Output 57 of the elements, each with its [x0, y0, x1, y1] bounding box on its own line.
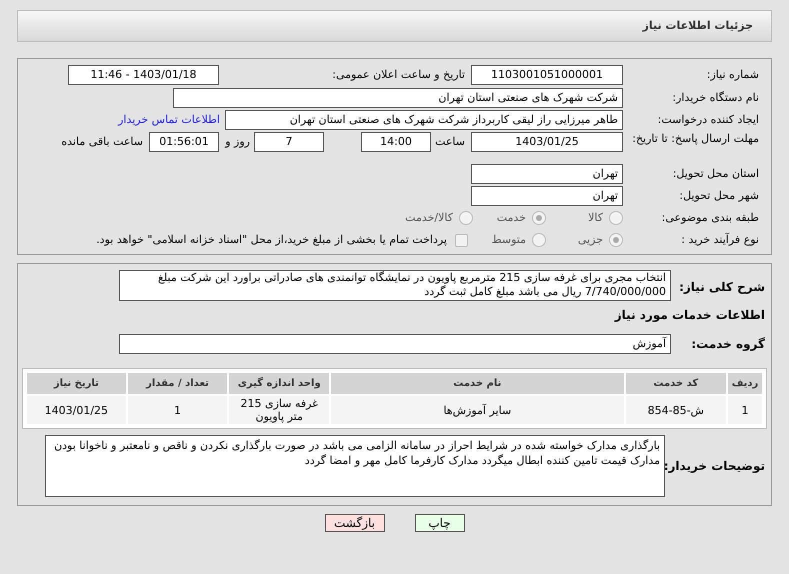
service-group-field[interactable]: آموزش [119, 334, 671, 354]
radio-button[interactable] [532, 211, 546, 225]
table-cell: غرفه سازی 215 متر پاویون [228, 395, 330, 425]
field-label: گروه خدمت: [690, 336, 766, 353]
column-header: کد خدمت [624, 372, 728, 395]
description-field[interactable]: انتخاب مجری برای غرفه سازی 215 مترمربع پاویون در نمایشگاه توانمندی های صادراتی براورد این شرکت مبلغ 7/740/000/000 ریال می باشد مبلغ کامل ثبت گردد [119, 270, 671, 301]
field-label: روز و [224, 134, 251, 150]
field-label: مهلت ارسال پاسخ: تا تاریخ: [631, 132, 760, 146]
radio-button[interactable] [532, 233, 546, 247]
remaining-time-field[interactable]: 01:56:01 [149, 132, 219, 152]
table-cell: سایر آموزش‌ها [330, 395, 625, 425]
radio-button[interactable] [459, 211, 473, 225]
city-field[interactable]: تهران [471, 186, 623, 206]
page-title: جزئیات اطلاعات نیاز [642, 18, 753, 34]
back-button[interactable]: بازگشت [324, 514, 384, 532]
field-label: شماره نیاز: [706, 66, 760, 83]
option-label: خدمت [496, 210, 526, 226]
option-label: کالا [588, 210, 603, 226]
section-heading: اطلاعات خدمات مورد نیاز [613, 307, 766, 324]
column-header: تاریخ نیاز [26, 372, 127, 395]
days-field[interactable]: 7 [254, 132, 324, 152]
field-label: استان محل تحویل: [672, 166, 760, 182]
column-header: تعداد / مقدار [126, 372, 228, 395]
field-label: نوع فرآیند خرید : [680, 232, 760, 248]
field-label: تاریخ و ساعت اعلان عمومی: [331, 66, 466, 83]
deadline-time-field[interactable]: 14:00 [361, 132, 431, 152]
field-label: توضیحات خریدار: [665, 458, 766, 475]
province-field[interactable]: تهران [471, 164, 623, 184]
column-header: نام خدمت [330, 372, 625, 395]
payment-note: پرداخت تمام یا بخشی از مبلغ خرید،از محل "اسناد خزانه اسلامی" خواهد بود. [96, 232, 447, 248]
table-cell: ش-85-854 [624, 395, 728, 425]
table-cell: 1403/01/25 [26, 395, 127, 425]
field-label: طبقه بندی موضوعی: [660, 210, 760, 226]
field-label: ساعت [434, 134, 466, 150]
checkbox[interactable] [455, 234, 468, 246]
field-label: ایجاد کننده درخواست: [656, 112, 760, 128]
option-label: کالا/خدمت [405, 210, 453, 226]
table-cell: 1 [727, 395, 763, 425]
print-button[interactable]: چاپ [414, 514, 464, 532]
contact-link[interactable]: اطلاعات تماس خریدار [118, 112, 225, 128]
notes-field[interactable]: بارگذاری مدارک خواسته شده در شرایط احراز در سامانه الزامی می باشد در صورت بارگذاری نکردن و ناقص و نامعتبر و ناخوانا بودن مدارک قیمت تامین کننده ابطال میگردد مدارک کارفرما کامل مهر و امضا گردد [45, 435, 665, 497]
deadline-date-field[interactable]: 1403/01/25 [471, 132, 623, 152]
field-label: شرح کلی نیاز: [678, 279, 766, 296]
need-number-field[interactable]: 1103001051000001 [471, 65, 623, 85]
table-cell: 1 [126, 395, 228, 425]
announce-date-field[interactable]: 1403/01/18 - 11:46 [68, 65, 219, 85]
requester-field[interactable]: طاهر میرزایی راز لیقی کاربرداز شرکت شهرک های صنعتی استان تهران [225, 110, 623, 130]
buyer-field[interactable]: شرکت شهرک های صنعتی استان تهران [173, 88, 623, 108]
radio-button[interactable] [609, 211, 623, 225]
field-label: شهر محل تحویل: [678, 188, 760, 204]
option-label: متوسط [491, 232, 526, 248]
column-header: واحد اندازه گیری [228, 372, 330, 395]
field-label: ساعت باقی مانده [61, 134, 144, 150]
field-label: نام دستگاه خریدار: [671, 90, 760, 106]
radio-button[interactable] [609, 233, 623, 247]
option-label: جزیی [578, 232, 603, 248]
column-header: ردیف [727, 372, 763, 395]
